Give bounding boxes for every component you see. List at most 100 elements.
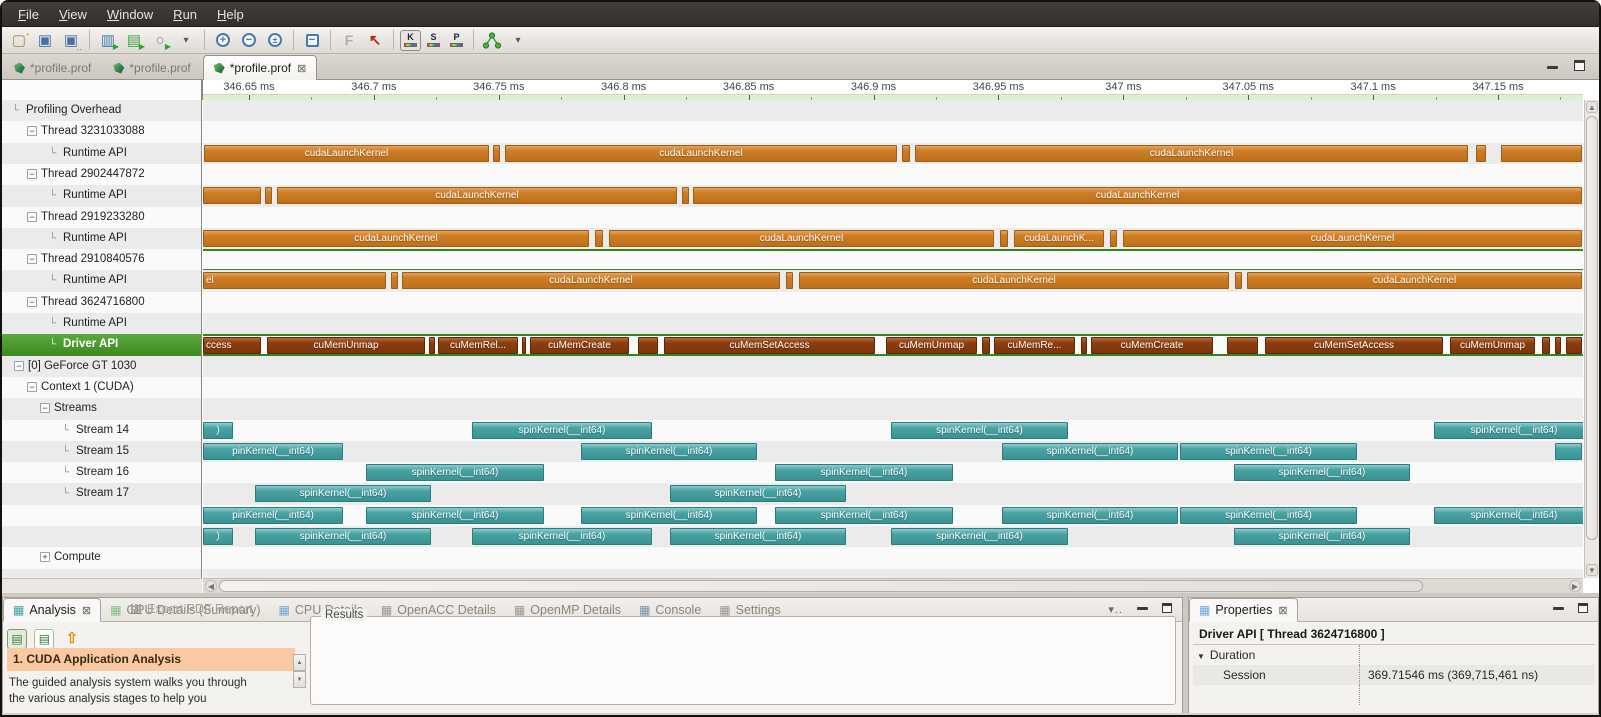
- runtime-api-interval[interactable]: cudaLaunchKernel: [277, 187, 677, 205]
- driver-api-interval[interactable]: cuMemCreate: [530, 337, 629, 355]
- expand-icon[interactable]: +: [40, 552, 50, 563]
- driver-api-interval[interactable]: ccess: [203, 337, 261, 355]
- view-menu-icon[interactable]: ▾..: [1108, 603, 1123, 616]
- runtime-api-interval[interactable]: [1501, 144, 1582, 162]
- analysis-dropdown-icon[interactable]: ▾: [506, 28, 530, 52]
- scroll-left-icon[interactable]: ◀: [205, 580, 217, 592]
- driver-api-interval[interactable]: cuMemUnmap: [886, 337, 977, 355]
- color-by-process-icon[interactable]: P: [446, 30, 467, 51]
- search-profile-icon[interactable]: ○ ▶: [148, 28, 172, 52]
- zoom-fit-icon[interactable]: ±: [263, 28, 287, 52]
- color-by-kernel-icon[interactable]: K: [400, 29, 421, 51]
- collapse-all-icon[interactable]: −: [300, 28, 324, 52]
- driver-api-interval[interactable]: [1081, 337, 1087, 355]
- collapse-icon[interactable]: −: [27, 168, 37, 179]
- kernel-interval[interactable]: spinKernel(__int64): [366, 506, 544, 524]
- zoom-in-icon[interactable]: +: [211, 28, 235, 52]
- runtime-api-interval[interactable]: [1476, 144, 1486, 162]
- runtime-api-interval[interactable]: [682, 187, 689, 205]
- editor-tab-2[interactable]: *profile.prof: [103, 56, 200, 81]
- close-icon[interactable]: ⊠: [297, 62, 306, 75]
- runtime-api-interval[interactable]: cudaLaunchKernel: [505, 144, 897, 162]
- runtime-api-interval[interactable]: cudaLaunchK...: [1014, 229, 1104, 247]
- editor-tab-3[interactable]: *profile.prof ⊠: [202, 55, 318, 80]
- collapse-icon[interactable]: −: [14, 360, 24, 371]
- kernel-interval[interactable]: spinKernel(__int64): [1434, 506, 1583, 524]
- spinner-up-icon[interactable]: ▲: [293, 654, 306, 671]
- save-as-icon[interactable]: ▣ ‥: [59, 28, 83, 53]
- sidebar-item-stream-15[interactable]: └ Stream 15: [2, 440, 201, 463]
- collapse-icon[interactable]: −: [27, 211, 37, 222]
- vertical-scroll-thumb[interactable]: [1586, 116, 1598, 540]
- kernel-interval[interactable]: spinKernel(__int64): [1434, 421, 1583, 439]
- maximize-icon[interactable]: [1574, 60, 1585, 71]
- sidebar-item-runtime-api[interactable]: └ Runtime API: [2, 313, 201, 335]
- new-window-icon[interactable]: ▢ •: [7, 28, 31, 52]
- sidebar-item-runtime-api[interactable]: └ Runtime API: [2, 185, 201, 208]
- runtime-api-interval[interactable]: cudaLaunchKernel: [1247, 272, 1582, 290]
- runtime-api-interval[interactable]: [595, 229, 603, 247]
- kernel-interval[interactable]: spinKernel(__int64): [1002, 442, 1178, 460]
- kernel-interval[interactable]: spinKernel(__int64): [670, 528, 846, 545]
- driver-api-interval[interactable]: [1555, 337, 1561, 355]
- driver-api-interval[interactable]: cuMemCreate: [1091, 337, 1213, 355]
- profile-timeline-icon[interactable]: ▤ ▶: [122, 28, 146, 52]
- horizontal-scrollbar[interactable]: ◀ ▶: [203, 578, 1583, 593]
- kernel-interval[interactable]: spinKernel(__int64): [255, 485, 431, 503]
- sidebar-item-streams[interactable]: − Streams: [2, 398, 201, 421]
- promote-analysis-icon[interactable]: ⇧: [62, 628, 82, 648]
- kernel-interval[interactable]: spinKernel(__int64): [891, 528, 1068, 545]
- collapse-icon[interactable]: −: [27, 254, 37, 265]
- sidebar-item-thread-3624716800[interactable]: − Thread 3624716800: [2, 291, 201, 314]
- kernel-interval[interactable]: pinKernel(__int64): [203, 506, 343, 524]
- runtime-api-interval[interactable]: cudaLaunchKernel: [693, 187, 1582, 205]
- kernel-interval[interactable]: [1555, 442, 1582, 460]
- tab-properties[interactable]: ▦ Properties ⊠: [1189, 598, 1298, 622]
- filter-icon[interactable]: F: [337, 28, 361, 52]
- horizontal-scroll-thumb[interactable]: [219, 580, 1423, 592]
- driver-api-interval[interactable]: [1566, 337, 1582, 355]
- runtime-api-interval[interactable]: cudaLaunchKernel: [204, 144, 489, 162]
- runtime-api-interval[interactable]: [1235, 272, 1242, 290]
- analysis-fork-icon[interactable]: [480, 28, 504, 52]
- sidebar-item--0-geforce-gt-1030[interactable]: − [0] GeForce GT 1030: [2, 355, 201, 378]
- driver-api-interval[interactable]: [1227, 337, 1258, 355]
- sidebar-item-profiling-overhead[interactable]: └ Profiling Overhead: [2, 100, 201, 122]
- close-icon[interactable]: ⊠: [82, 604, 91, 617]
- spinner-down-icon[interactable]: ▼: [293, 671, 306, 688]
- collapse-icon[interactable]: −: [27, 296, 37, 307]
- minimize-icon[interactable]: [1553, 607, 1564, 610]
- sidebar-item-thread-2902447872[interactable]: − Thread 2902447872: [2, 163, 201, 186]
- runtime-api-interval[interactable]: [203, 187, 261, 205]
- runtime-api-interval[interactable]: cudaLaunchKernel: [609, 229, 994, 247]
- sidebar-item-stream-16[interactable]: └ Stream 16: [2, 462, 201, 485]
- menu-file[interactable]: File: [8, 2, 49, 27]
- driver-api-interval[interactable]: cuMemRe...: [994, 337, 1075, 355]
- property-row[interactable]: Session 369.71546 ms (369,715,461 ns): [1193, 665, 1595, 685]
- kernel-interval[interactable]: spinKernel(__int64): [1180, 506, 1357, 524]
- sidebar-item-thread-2919233280[interactable]: − Thread 2919233280: [2, 206, 201, 229]
- zoom-out-icon[interactable]: −: [237, 28, 261, 52]
- sidebar-item-driver-api[interactable]: └ Driver API: [2, 334, 201, 357]
- driver-api-interval[interactable]: [982, 337, 990, 355]
- runtime-api-interval[interactable]: [493, 144, 500, 162]
- runtime-api-interval[interactable]: [1110, 229, 1117, 247]
- tab-analysis[interactable]: ▦ Analysis ⊠: [3, 598, 102, 622]
- driver-api-interval[interactable]: [638, 337, 658, 355]
- runtime-api-interval[interactable]: cudaLaunchKernel: [915, 144, 1468, 162]
- sidebar-item-runtime-api[interactable]: └ Runtime API: [2, 142, 201, 165]
- unguided-analysis-icon[interactable]: ▤: [34, 629, 55, 649]
- runtime-api-interval[interactable]: [265, 187, 272, 205]
- runtime-api-interval[interactable]: cudaLaunchKernel: [799, 272, 1229, 290]
- runtime-api-interval[interactable]: cudaLaunchKernel: [203, 229, 589, 247]
- driver-api-interval[interactable]: [429, 337, 435, 355]
- collapse-icon[interactable]: −: [27, 381, 37, 392]
- sidebar-item-compute[interactable]: + Compute: [2, 547, 201, 570]
- sidebar-item-context-1-cuda-[interactable]: − Context 1 (CUDA): [2, 376, 201, 399]
- goto-source-icon[interactable]: ↖: [363, 28, 387, 52]
- collapse-icon[interactable]: −: [27, 126, 37, 137]
- color-by-stream-icon[interactable]: S: [423, 30, 444, 51]
- sidebar-item-thread-3231033088[interactable]: − Thread 3231033088: [2, 121, 201, 144]
- property-row[interactable]: ▼ Duration: [1193, 645, 1595, 665]
- scroll-down-icon[interactable]: ▼: [1586, 564, 1598, 576]
